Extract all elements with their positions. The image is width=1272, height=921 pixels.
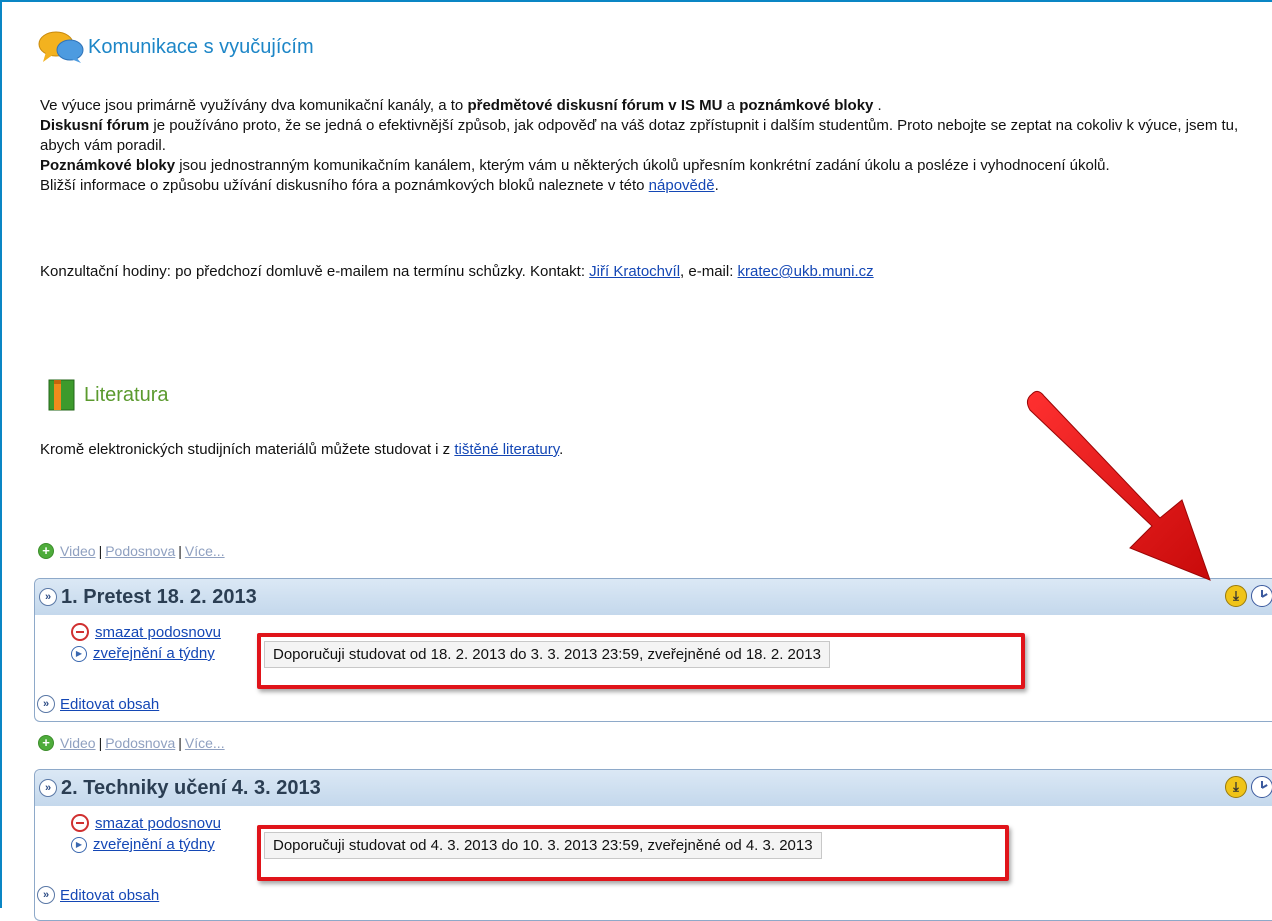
p1-text-e: . xyxy=(873,97,882,114)
expand-chevron-icon[interactable]: » xyxy=(39,779,57,797)
clock-icon[interactable] xyxy=(1251,776,1272,798)
highlight-rectangle xyxy=(257,633,1025,689)
add-podosnova-link[interactable]: Podosnova xyxy=(105,543,175,559)
p1-bold-forum: předmětové diskusní fórum v IS MU xyxy=(467,97,723,114)
plus-circle-icon[interactable]: + xyxy=(38,543,54,559)
publish-row: ▶ zveřejnění a týdny xyxy=(71,836,215,853)
add-links-row-2: + Video | Podosnova | Více... xyxy=(38,735,225,751)
p1-text-a: Ve výuce jsou primárně využívány dva kom… xyxy=(40,97,468,114)
separator: | xyxy=(178,735,182,751)
clock-icon[interactable] xyxy=(1251,585,1272,607)
outline-block-title: 1. Pretest 18. 2. 2013 xyxy=(61,585,257,608)
literatura-end: . xyxy=(559,441,564,458)
outline-block-title: 2. Techniky učení 4. 3. 2013 xyxy=(61,776,321,799)
p4-end: . xyxy=(714,177,719,194)
tistene-literatury-link[interactable]: tištěné literatury xyxy=(454,441,559,458)
delete-subsection-link[interactable]: smazat podosnovu xyxy=(95,624,221,641)
outline-block-header: » 2. Techniky učení 4. 3. 2013 ⤓ xyxy=(35,770,1272,806)
komunikace-heading: Komunikace s vyučujícím xyxy=(38,30,314,64)
delete-subsection-link[interactable]: smazat podosnovu xyxy=(95,815,221,832)
p2-text: je používáno proto, že se jedná o efekti… xyxy=(40,117,1239,154)
consult-text-a: Konzultační hodiny: po předchozí domluvě… xyxy=(40,263,590,280)
expand-chevron-icon[interactable]: » xyxy=(37,695,55,713)
separator: | xyxy=(98,543,103,559)
minus-circle-icon[interactable] xyxy=(71,814,89,832)
p2-bold-forum: Diskusní fórum xyxy=(40,117,150,134)
p3-text: jsou jednostranným komunikačním kanálem,… xyxy=(175,157,1110,174)
play-circle-icon[interactable]: ▶ xyxy=(71,836,87,853)
delete-row: smazat podosnovu xyxy=(71,814,221,832)
edit-row: » Editovat obsah xyxy=(35,695,159,713)
edit-row: » Editovat obsah xyxy=(35,886,159,904)
expand-chevron-icon[interactable]: » xyxy=(37,886,55,904)
publish-weeks-link[interactable]: zveřejnění a týdny xyxy=(93,836,215,853)
add-video-link[interactable]: Video xyxy=(60,735,96,751)
separator: | xyxy=(178,543,182,559)
p1-bold-bloky: poznámkové bloky xyxy=(739,97,874,114)
add-video-link[interactable]: Video xyxy=(60,543,96,559)
p4-text: Bližší informace o způsobu užívání disku… xyxy=(40,177,649,194)
komunikace-title: Komunikace s vyučujícím xyxy=(88,35,314,58)
consultation-line: Konzultační hodiny: po předchozí domluvě… xyxy=(40,262,1260,282)
minus-circle-icon[interactable] xyxy=(71,623,89,641)
frame-top-border xyxy=(0,0,1272,2)
add-more-link[interactable]: Více... xyxy=(185,735,225,751)
literatura-title: Literatura xyxy=(84,383,169,406)
highlight-rectangle xyxy=(257,825,1009,881)
book-icon xyxy=(48,379,75,411)
frame-left-border xyxy=(0,0,2,908)
play-circle-icon[interactable]: ▶ xyxy=(71,645,87,662)
publish-weeks-link[interactable]: zveřejnění a týdny xyxy=(93,645,215,662)
komunikace-paragraph: Ve výuce jsou primárně využívány dva kom… xyxy=(40,96,1260,196)
p1-text-c: a xyxy=(722,97,740,114)
add-podosnova-link[interactable]: Podosnova xyxy=(105,735,175,751)
separator: | xyxy=(98,735,103,751)
literatura-text: Kromě elektronických studijních materiál… xyxy=(40,441,455,458)
download-icon[interactable]: ⤓ xyxy=(1225,776,1247,798)
edit-content-link[interactable]: Editovat obsah xyxy=(60,696,159,713)
red-annotation-arrow xyxy=(1026,390,1211,581)
expand-chevron-icon[interactable]: » xyxy=(39,588,57,606)
add-links-row-1: + Video | Podosnova | Více... xyxy=(38,543,225,559)
literatura-heading: Literatura xyxy=(48,378,169,412)
speech-bubbles-icon xyxy=(38,31,84,63)
publish-row: ▶ zveřejnění a týdny xyxy=(71,645,215,662)
teacher-name-link[interactable]: Jiří Kratochvíl xyxy=(589,263,680,280)
p3-bold-bloky: Poznámkové bloky xyxy=(40,157,176,174)
consult-text-b: , e-mail: xyxy=(680,263,738,280)
teacher-email-link[interactable]: kratec@ukb.muni.cz xyxy=(738,263,874,280)
napoveda-link[interactable]: nápovědě xyxy=(649,177,715,194)
edit-content-link[interactable]: Editovat obsah xyxy=(60,887,159,904)
add-more-link[interactable]: Více... xyxy=(185,543,225,559)
header-action-icons: ⤓ xyxy=(1225,776,1272,798)
delete-row: smazat podosnovu xyxy=(71,623,221,641)
plus-circle-icon[interactable]: + xyxy=(38,735,54,751)
